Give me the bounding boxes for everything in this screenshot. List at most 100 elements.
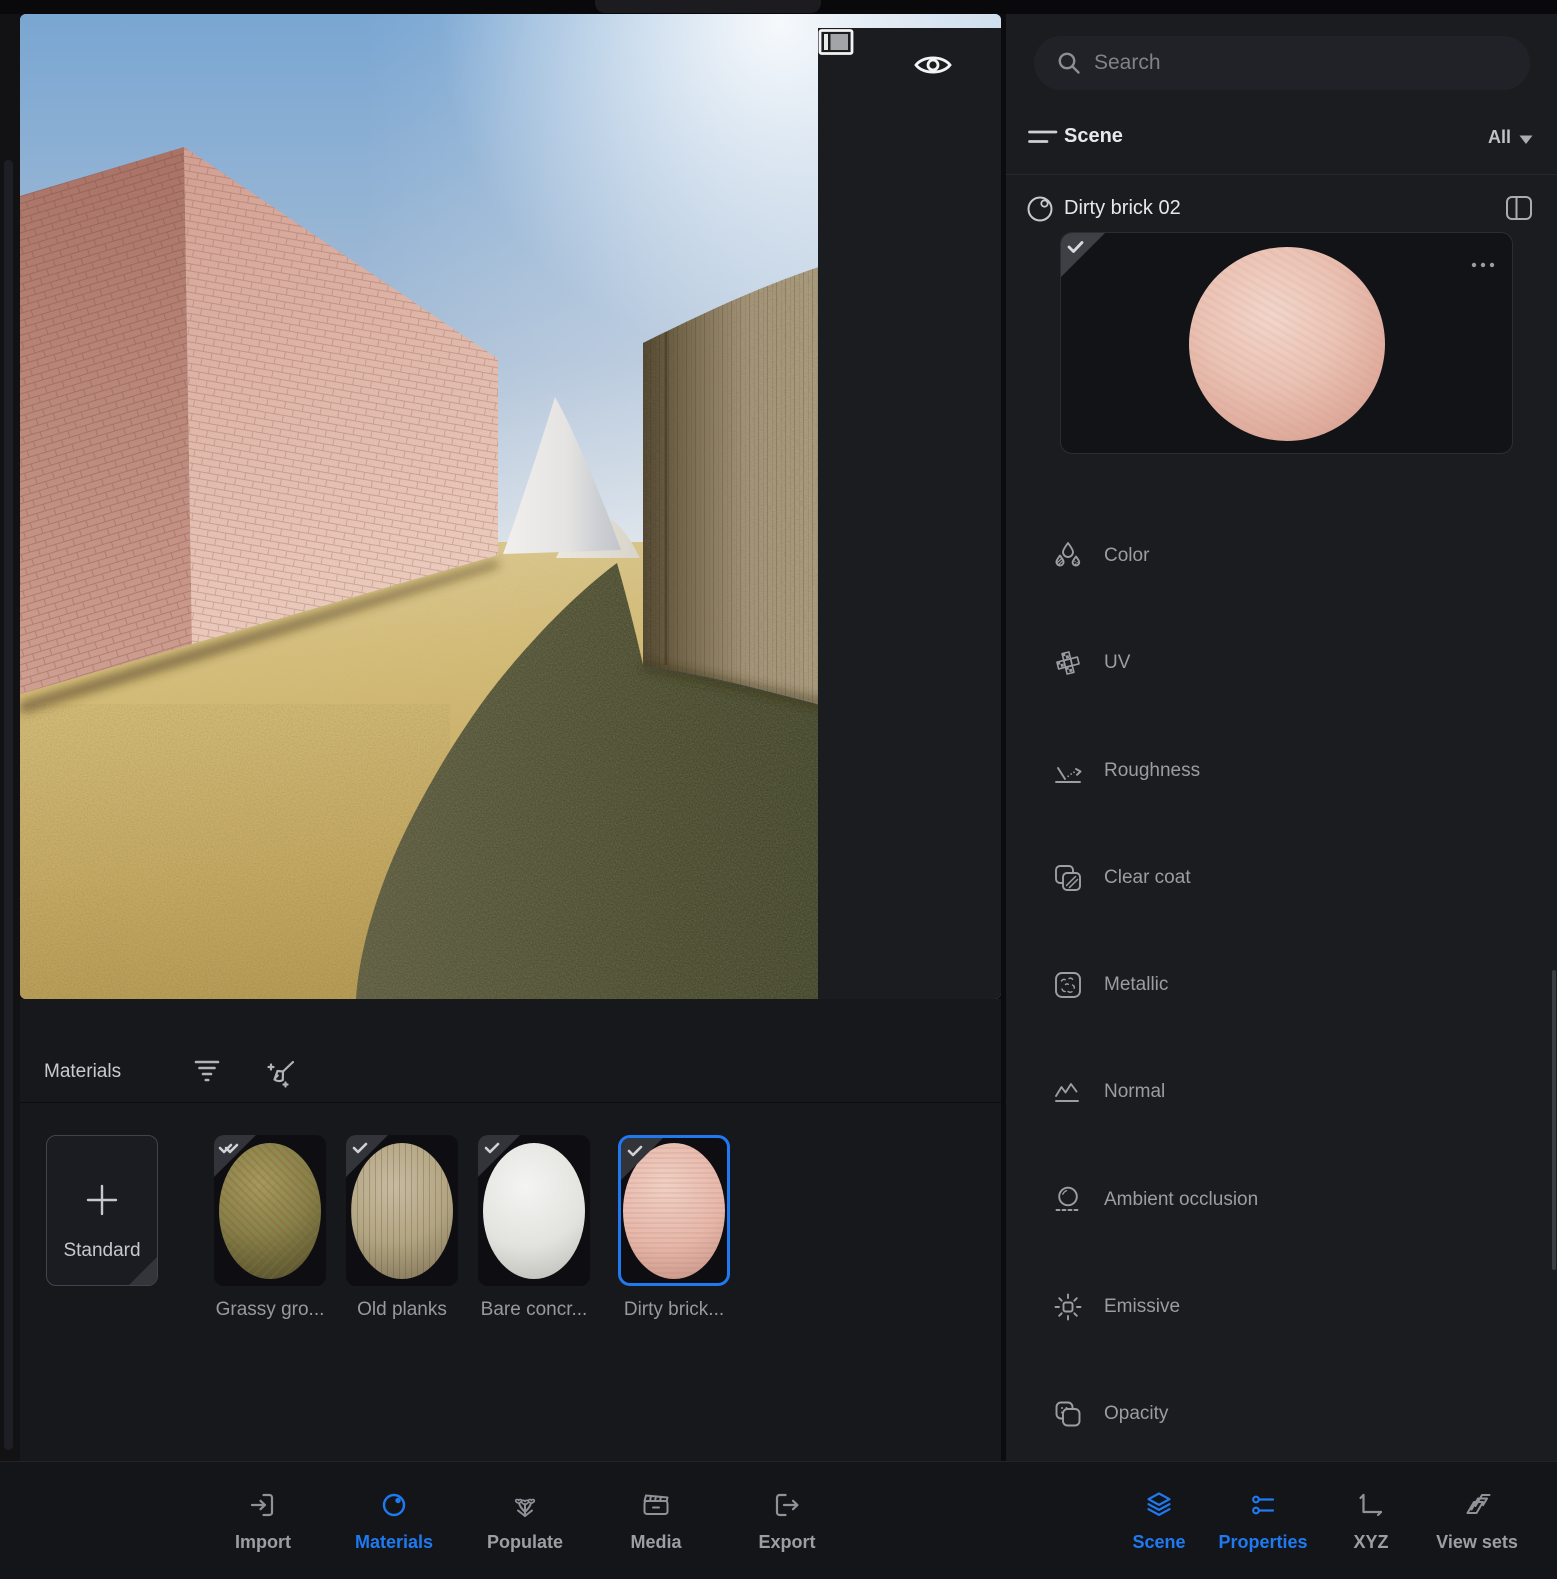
- nav-populate[interactable]: Populate: [460, 1462, 590, 1579]
- nav-label: Materials: [355, 1532, 433, 1553]
- material-card-dirty-brick-selected[interactable]: [618, 1135, 730, 1286]
- property-label: Color: [1104, 545, 1149, 567]
- checked-corner: [214, 1135, 256, 1177]
- checked-corner: [1060, 232, 1106, 278]
- export-icon: [772, 1490, 802, 1520]
- top-bar: [0, 0, 1557, 14]
- nav-label: Properties: [1218, 1532, 1307, 1553]
- clear-coat-icon: [1052, 862, 1084, 894]
- nav-label: Import: [235, 1532, 291, 1553]
- property-label: UV: [1104, 652, 1130, 674]
- populate-icon: [510, 1490, 540, 1520]
- more-options-icon[interactable]: [1470, 261, 1496, 269]
- nav-label: View sets: [1436, 1532, 1518, 1553]
- material-card-old-planks[interactable]: [346, 1135, 458, 1286]
- panel-divider: [1006, 174, 1557, 175]
- xyz-axes-icon: [1356, 1490, 1386, 1520]
- eye-icon[interactable]: [913, 51, 953, 79]
- material-card-label: Dirty brick...: [604, 1299, 744, 1321]
- property-row-uv[interactable]: UV: [1006, 636, 1557, 690]
- material-card-bare-concrete[interactable]: [478, 1135, 590, 1286]
- search-icon: [1056, 50, 1082, 76]
- search-bar[interactable]: [1034, 36, 1530, 90]
- property-row-ambient-occlusion[interactable]: Ambient occlusion: [1006, 1173, 1557, 1227]
- materials-strip: Materials: [20, 999, 1001, 1461]
- property-row-opacity[interactable]: Opacity: [1006, 1387, 1557, 1441]
- uv-icon: [1052, 647, 1084, 679]
- properties-panel: Scene All Dirty brick 02: [1006, 14, 1557, 1461]
- scene-filter-value[interactable]: All: [1488, 127, 1511, 148]
- material-name: Dirty brick 02: [1064, 197, 1181, 220]
- strip-divider: [20, 1102, 1001, 1103]
- panel-toggle-icon[interactable]: [818, 28, 1001, 999]
- checked-corner: [346, 1135, 388, 1177]
- media-icon: [641, 1490, 671, 1520]
- checked-corner: [478, 1135, 520, 1177]
- property-row-clear-coat[interactable]: Clear coat: [1006, 851, 1557, 905]
- opacity-icon: [1052, 1398, 1084, 1430]
- thumb-labels: Grassy gro... Old planks Bare concr... D…: [20, 1299, 1001, 1325]
- checked-corner: [621, 1138, 663, 1180]
- material-header-row[interactable]: Dirty brick 02: [1006, 184, 1557, 236]
- material-card-label: Old planks: [332, 1299, 472, 1321]
- list-icon: [1028, 128, 1058, 148]
- property-row-normal[interactable]: Normal: [1006, 1065, 1557, 1119]
- nav-label: Scene: [1132, 1532, 1185, 1553]
- normal-icon: [1052, 1076, 1084, 1108]
- nav-materials[interactable]: Materials: [329, 1462, 459, 1579]
- property-row-color[interactable]: Color: [1006, 529, 1557, 583]
- panel-scrollbar[interactable]: [1552, 970, 1556, 1270]
- filter-icon[interactable]: [193, 1058, 223, 1088]
- nav-label: Export: [758, 1532, 815, 1553]
- app-window: Materials: [0, 0, 1557, 1579]
- material-card-grassy-ground[interactable]: [214, 1135, 326, 1286]
- chevron-down-icon[interactable]: [1519, 135, 1533, 145]
- materials-title: Materials: [44, 1061, 121, 1083]
- nav-label: XYZ: [1353, 1532, 1388, 1553]
- viewport-3d[interactable]: [20, 14, 1001, 999]
- bottom-nav: Import Materials Populate: [0, 1461, 1557, 1579]
- emissive-icon: [1052, 1291, 1084, 1323]
- property-label: Metallic: [1104, 974, 1168, 996]
- view-sets-icon: [1462, 1490, 1492, 1520]
- material-preview-sphere: [1189, 247, 1385, 441]
- property-label: Clear coat: [1104, 867, 1191, 889]
- cleanup-broom-icon[interactable]: [265, 1058, 295, 1088]
- nav-label: Populate: [487, 1532, 563, 1553]
- nav-media[interactable]: Media: [591, 1462, 721, 1579]
- materials-icon: [379, 1490, 409, 1520]
- scene-layers-icon: [1144, 1490, 1174, 1520]
- material-card-label: Bare concr...: [464, 1299, 604, 1321]
- material-preview-card[interactable]: [1060, 232, 1513, 454]
- property-row-emissive[interactable]: Emissive: [1006, 1280, 1557, 1334]
- nav-label: Media: [630, 1532, 681, 1553]
- property-label: Emissive: [1104, 1296, 1180, 1318]
- material-ball-icon: [1024, 193, 1056, 225]
- property-label: Opacity: [1104, 1403, 1168, 1425]
- ambient-occlusion-icon: [1052, 1184, 1084, 1216]
- search-input[interactable]: [1094, 51, 1510, 75]
- material-card-standard[interactable]: Standard: [46, 1135, 158, 1286]
- import-icon: [248, 1490, 278, 1520]
- material-card-label: Grassy gro...: [200, 1299, 340, 1321]
- property-label: Roughness: [1104, 760, 1200, 782]
- property-row-roughness[interactable]: Roughness: [1006, 744, 1557, 798]
- nav-import[interactable]: Import: [198, 1462, 328, 1579]
- property-label: Ambient occlusion: [1104, 1189, 1258, 1211]
- nav-view-sets[interactable]: View sets: [1412, 1462, 1542, 1579]
- add-icon: [82, 1180, 122, 1220]
- corner-fold: [129, 1257, 157, 1285]
- nav-export[interactable]: Export: [722, 1462, 852, 1579]
- roughness-icon: [1052, 755, 1084, 787]
- materials-strip-header: Materials: [20, 999, 1001, 1102]
- scene-header-row[interactable]: Scene All: [1006, 110, 1557, 166]
- properties-sliders-icon: [1248, 1490, 1278, 1520]
- property-row-metallic[interactable]: Metallic: [1006, 958, 1557, 1012]
- property-label: Normal: [1104, 1081, 1165, 1103]
- metallic-icon: [1052, 969, 1084, 1001]
- split-view-icon[interactable]: [1505, 195, 1533, 221]
- window-notch: [595, 0, 821, 13]
- left-scrollbar[interactable]: [4, 160, 13, 1450]
- scene-section-title: Scene: [1064, 125, 1123, 148]
- left-rail: [0, 14, 20, 1461]
